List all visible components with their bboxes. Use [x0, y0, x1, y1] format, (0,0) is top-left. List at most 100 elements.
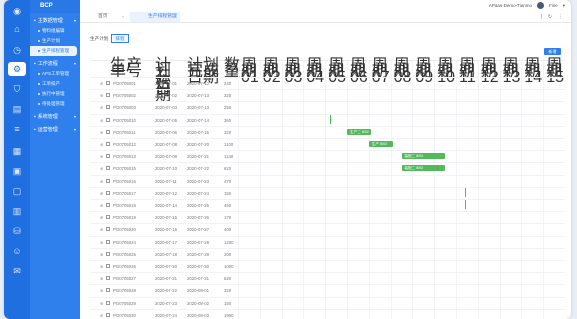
expand-icon[interactable]: ⊕ — [100, 179, 103, 184]
row-checkbox[interactable] — [106, 276, 110, 281]
row-checkbox[interactable] — [106, 154, 110, 159]
expand-icon[interactable]: ⊕ — [100, 240, 103, 245]
filter-input[interactable]: 排程 — [111, 34, 130, 43]
expand-icon[interactable]: ⊕ — [100, 288, 103, 293]
file-icon[interactable]: ▢ — [12, 186, 22, 196]
row-checkbox[interactable] — [106, 81, 110, 85]
table-row[interactable]: ⊕ PO0705010 2020-07-05 2020-07-14 360 — [90, 113, 565, 126]
mail-icon[interactable]: ✉ — [12, 266, 22, 276]
menu-item[interactable]: 待处理管理 — [30, 99, 80, 109]
expand-icon[interactable]: ⊕ — [100, 276, 103, 281]
expand-icon[interactable]: ⊕ — [100, 81, 103, 86]
gantt-bar[interactable]: 装配二 8/02 — [401, 153, 446, 160]
calendar-icon[interactable]: ▦ — [12, 146, 22, 156]
table-row[interactable]: ⊕ PO0705017 2020-07-12 2020-07-24 150 — [90, 186, 565, 199]
list-icon[interactable]: ≡ — [12, 124, 22, 134]
gantt-marker[interactable] — [329, 114, 331, 124]
menu-item[interactable]: 生产计划 — [30, 36, 80, 46]
expand-icon[interactable]: ⊕ — [100, 252, 103, 257]
tab[interactable]: 生产排程管理 × — [130, 12, 180, 22]
gantt-bar[interactable]: 装配二 8/02 — [401, 165, 446, 172]
box-icon[interactable]: ▣ — [12, 166, 22, 176]
menu-group[interactable]: ▪ 系统管理 ▾ — [30, 109, 80, 122]
menu-item[interactable]: 执行中管理 — [30, 89, 80, 99]
expand-icon[interactable]: ⊕ — [100, 105, 103, 110]
add-button[interactable]: 新增 — [544, 48, 561, 55]
table-row[interactable]: ⊕ PO0705028 2020-07-22 2020-08-01 320 — [90, 284, 565, 296]
refresh-icon[interactable]: ↻ — [548, 14, 552, 20]
expand-icon[interactable]: ⊕ — [100, 203, 103, 208]
menu-group[interactable]: ▪ 工作流程 ▾ — [30, 56, 80, 69]
close-icon[interactable]: × — [122, 12, 124, 22]
home-icon[interactable]: ⌂ — [12, 24, 22, 34]
row-checkbox[interactable] — [106, 251, 110, 256]
database-icon[interactable]: ⛁ — [12, 226, 22, 236]
table-row[interactable]: ⊕ PO0705016 2020-07-11 2020-07-23 470 — [90, 174, 565, 187]
row-checkbox[interactable] — [106, 312, 110, 317]
user-name[interactable]: Fine — [549, 3, 558, 8]
expand-icon[interactable]: ⊕ — [100, 191, 103, 196]
expand-icon[interactable]: ⊕ — [100, 166, 103, 171]
close-icon[interactable]: × — [172, 12, 174, 22]
row-checkbox[interactable] — [106, 288, 110, 293]
expand-icon[interactable]: ⊕ — [100, 154, 103, 159]
tab[interactable]: 首页 × — [80, 12, 130, 22]
table-row[interactable]: ⊕ PO0705018 2020-07-14 2020-07-25 450 — [90, 199, 565, 211]
expand-icon[interactable]: ⊕ — [100, 118, 103, 123]
table-row[interactable]: ⊕ PO0705027 2020-07-21 2020-07-31 620 — [90, 272, 565, 284]
menu-item[interactable]: 生产排程管理 — [30, 46, 77, 56]
menu-group[interactable]: ▪ 运营管理 ▾ — [30, 122, 80, 135]
table-row[interactable]: ⊕ PO0705011 2020-07-06 2020-07-15 320 — [90, 125, 565, 138]
table-row[interactable]: ⊕ PO0705024 2020-07-17 2020-07-28 1200 — [90, 235, 565, 248]
table-row[interactable]: ⊕ PO0705012 2020-07-08 2020-07-20 1100 — [90, 138, 565, 150]
table-row[interactable]: ⊕ PO0705015 2020-07-10 2020-07-22 620 — [90, 162, 565, 174]
expand-icon[interactable]: ⊕ — [100, 215, 103, 220]
avatar[interactable] — [536, 2, 544, 9]
row-checkbox[interactable] — [106, 105, 110, 110]
user-icon[interactable]: ☺ — [12, 246, 22, 256]
more-icon[interactable]: ⋮ — [558, 14, 563, 20]
table-row[interactable]: ⊕ PO0705026 2020-07-20 2020-07-30 1000 — [90, 260, 565, 272]
folder-icon[interactable]: ▥ — [12, 206, 22, 216]
table-row[interactable]: ⊕ PO0705029 2020-07-23 2020-08-02 150 — [90, 296, 565, 309]
gantt-marker[interactable] — [464, 200, 466, 209]
row-checkbox[interactable] — [106, 190, 110, 195]
row-checkbox[interactable] — [106, 203, 110, 207]
row-checkbox[interactable] — [106, 142, 110, 146]
expand-icon[interactable]: ⊕ — [100, 301, 103, 306]
expand-icon[interactable]: ⊕ — [100, 142, 103, 147]
row-checkbox[interactable] — [106, 93, 110, 98]
row-checkbox[interactable] — [106, 129, 110, 134]
expand-icon[interactable]: ⊕ — [100, 313, 103, 318]
row-checkbox[interactable] — [106, 178, 110, 183]
chart-icon[interactable]: ▤ — [12, 104, 22, 114]
gantt-marker[interactable] — [464, 187, 466, 197]
table-row[interactable]: ⊕ PO0705003 2020-07-03 2020-07-13 250 — [90, 101, 565, 113]
expand-icon[interactable]: ⊕ — [100, 93, 103, 98]
table-row[interactable]: ⊕ PO0705020 2020-07-16 2020-07-27 400 — [90, 223, 565, 235]
expand-icon[interactable]: ⊕ — [100, 264, 103, 269]
table-row[interactable]: ⊕ PO0705001 2020-07-01 2020-07-12 240 — [90, 77, 565, 89]
table-row[interactable]: ⊕ PO0705019 2020-07-15 2020-07-26 170 — [90, 211, 565, 223]
row-checkbox[interactable] — [106, 239, 110, 244]
expand-icon[interactable]: ⊕ — [100, 227, 103, 232]
row-checkbox[interactable] — [106, 300, 110, 305]
row-checkbox[interactable] — [106, 166, 110, 171]
menu-group[interactable]: ▪ 主数据管理 ▾ — [30, 13, 80, 26]
row-checkbox[interactable] — [106, 227, 110, 232]
menu-item[interactable]: 物料组编辑 — [30, 26, 80, 36]
gantt-bar[interactable]: 生产 8/02 — [368, 141, 393, 147]
row-checkbox[interactable] — [106, 264, 110, 268]
expand-icon[interactable]: ⊕ — [100, 130, 103, 135]
row-checkbox[interactable] — [106, 117, 110, 122]
row-checkbox[interactable] — [106, 215, 110, 220]
table-row[interactable]: ⊕ PO0705025 2020-07-18 2020-07-29 200 — [90, 247, 565, 260]
clock-icon[interactable]: ◷ — [12, 45, 22, 55]
table-row[interactable]: ⊕ PO0705030 2020-07-24 2020-08-03 1950 — [90, 308, 565, 319]
chevron-down-icon[interactable]: ▾ — [563, 3, 565, 9]
menu-item[interactable]: APS工单管理 — [30, 69, 80, 79]
menu-item[interactable]: 工单排产 — [30, 79, 80, 89]
gantt-bar[interactable]: 生产二 8/02 — [347, 128, 371, 135]
table-row[interactable]: ⊕ PO0705013 2020-07-09 2020-07-21 1140 — [90, 150, 565, 162]
shield-icon[interactable]: ⛉ — [12, 84, 22, 94]
